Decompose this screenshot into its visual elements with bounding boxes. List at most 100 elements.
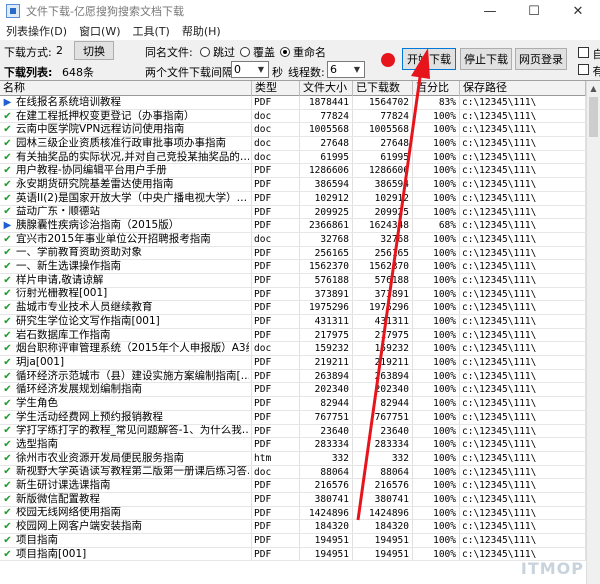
vertical-scrollbar[interactable]: ▲ (586, 81, 600, 584)
option-checkbox-2[interactable]: 有 (578, 63, 600, 79)
cell-path: c:\12345\111\ (460, 232, 586, 246)
table-row[interactable]: ✔ 循环经济发展规划编制指南 PDF 202340 202340 100% c:\12345… (0, 383, 586, 398)
checkbox-2-indicator[interactable] (578, 64, 589, 75)
menu-list-ops[interactable]: 列表操作(D) (0, 23, 73, 39)
menu-help[interactable]: 帮助(H) (176, 23, 227, 39)
maximize-icon[interactable]: ☐ (512, 0, 556, 22)
table-row[interactable]: ▶ 在线报名系统培训教程 PDF 1878441 1564702 83% c:\12345\… (0, 96, 586, 110)
table-row[interactable]: ✔ 一、学前教育资助资助对象 PDF 256165 256165 100% c:\12345… (0, 246, 586, 261)
cell-path: c:\12345\111\ (460, 287, 586, 301)
radio-overwrite[interactable]: 覆盖 (240, 44, 275, 60)
radio-rename-indicator[interactable] (280, 47, 290, 57)
cell-downloaded: 219211 (353, 356, 413, 369)
table-row[interactable]: ✔ 一、新生选课操作指南 PDF 1562370 1562370 100% c:\12345… (0, 260, 586, 274)
table-row[interactable]: ✔ 用户教程-协同编辑平台用户手册 PDF 1286606 1286606 100% c:\… (0, 164, 586, 179)
threads-select[interactable]: 6 ▼ (327, 61, 365, 78)
interval-select[interactable]: 0 ▼ (231, 61, 269, 78)
radio-overwrite-indicator[interactable] (240, 47, 250, 57)
table-row[interactable]: ✔ 新视野大学英语读写教程第二版第一册课后练习答… doc 88064 88064 100… (0, 465, 586, 480)
threads-select-value: 6 (330, 63, 337, 76)
file-name: 新生研讨课选课指南 (16, 479, 111, 492)
table-row[interactable]: ✔ 徐州市农业资源开发局便民服务指南 htm 332 332 100% c:\12345\1… (0, 451, 586, 466)
switch-button[interactable]: 切换 (74, 41, 114, 60)
cell-path: c:\12345\111\ (460, 137, 586, 150)
table-row[interactable]: ✔ 项目指南 PDF 194951 194951 100% c:\12345\111\ (0, 534, 586, 548)
table-row[interactable]: ✔ 学生活动经费网上预约报销教程 PDF 767751 767751 100% c:\123… (0, 410, 586, 425)
table-row[interactable]: ✔ 岩石数据库工作指南 PDF 217975 217975 100% c:\12345\11… (0, 328, 586, 343)
checkbox-1-indicator[interactable] (578, 47, 589, 58)
table-row[interactable]: ✔ 校园无线网络使用指南 PDF 1424896 1424896 100% c:\12345… (0, 506, 586, 521)
checkbox-1-label: 自 (592, 48, 600, 61)
cell-size: 202340 (300, 383, 353, 397)
menu-window[interactable]: 窗口(W) (73, 23, 126, 39)
checkmark-icon: ✔ (3, 261, 12, 273)
table-row[interactable]: ▶ 胰腺囊性疾病诊治指南（2015版） PDF 2366861 1624348 68% c:… (0, 219, 586, 233)
cell-size: 27648 (300, 137, 353, 150)
cell-size: 263894 (300, 369, 353, 383)
table-row[interactable]: ✔ 循环经济示范城市（县）建设实施方案编制指南[… PDF 263894 263894 1… (0, 369, 586, 384)
cell-downloaded: 1624348 (353, 219, 413, 232)
file-name: 一、新生选课操作指南 (16, 260, 121, 273)
cell-size: 209925 (300, 205, 353, 219)
table-row[interactable]: ✔ 研究生学位论文写作指南[001] PDF 431311 431311 100% c:\1… (0, 315, 586, 329)
cell-percent: 100% (413, 109, 460, 123)
option-checkbox-1[interactable]: 自 (578, 46, 600, 62)
file-name: 永安期货研究院基差雷达使用指南 (16, 178, 174, 190)
table-row[interactable]: ✔ 新版微信配置教程 PDF 380741 380741 100% c:\12345\111… (0, 492, 586, 507)
table-row[interactable]: ✔ 选型指南 PDF 283334 283334 100% c:\12345\111\ (0, 438, 586, 452)
cell-percent: 100% (413, 205, 460, 219)
table-row[interactable]: ✔ 玥ja[001] PDF 219211 219211 100% c:\12345\111… (0, 356, 586, 370)
close-icon[interactable]: ✕ (556, 0, 600, 22)
stop-download-button[interactable]: 停止下载 (460, 48, 512, 70)
table-row[interactable]: ✔ 益动广东・顺德站 PDF 209925 209925 100% c:\12345\111… (0, 205, 586, 220)
radio-rename[interactable]: 重命名 (280, 44, 326, 60)
table-row[interactable]: ✔ 有关抽奖品的实际状况,并对自己竞投某抽奖品的… doc 61995 61995 100… (0, 150, 586, 165)
scroll-up-icon[interactable]: ▲ (587, 81, 600, 95)
table-row[interactable]: ✔ 学打字练打字的教程_常见问题解答-1、为什么我… PDF 23640 23640 10… (0, 424, 586, 439)
column-header-percent[interactable]: 百分比 (413, 81, 460, 96)
menu-tools[interactable]: 工具(T) (127, 23, 176, 39)
column-header-downloaded[interactable]: 已下载数 (353, 81, 413, 96)
cell-downloaded: 380741 (353, 492, 413, 506)
table-row[interactable]: ✔ 园林三级企业资质核准行政审批事项办事指南 doc 27648 27648 100% c:… (0, 137, 586, 151)
table-row[interactable]: ✔ 校园网上网客户端安装指南 PDF 184320 184320 100% c:\12345… (0, 520, 586, 534)
table-row[interactable]: ✔ 学生角色 PDF 82944 82944 100% c:\12345\111\ (0, 397, 586, 411)
table-row[interactable]: ✔ 在建工程抵押权变更登记（办事指南） doc 77824 77824 100% c:\12… (0, 109, 586, 124)
cell-name: ✔ 样片申请,敬请谅解 (0, 273, 252, 287)
minimize-icon[interactable]: — (468, 0, 512, 22)
cell-path: c:\12345\111\ (460, 315, 586, 328)
cell-type: PDF (252, 191, 300, 205)
table-row[interactable]: ✔ 永安期货研究院基差雷达使用指南 PDF 386594 386594 100% c:\12… (0, 178, 586, 192)
file-name: 英语II(2)是国家开放大学（中央广播电视大学）… (16, 191, 248, 204)
table-row[interactable]: ✔ 衍射光栅教程[001] PDF 373891 373891 100% c:\12345\… (0, 287, 586, 302)
table-row[interactable]: ✔ 宜兴市2015年事业单位公开招聘报考指南 doc 32768 32768 100% c:… (0, 232, 586, 247)
chevron-down-icon: ▼ (257, 65, 265, 74)
radio-skip-indicator[interactable] (200, 47, 210, 57)
file-name: 新视野大学英语读写教程第二版第一册课后练习答… (16, 465, 249, 478)
file-name: 循环经济示范城市（县）建设实施方案编制指南[… (16, 369, 249, 382)
cell-size: 32768 (300, 232, 353, 246)
table-body: ▶ 在线报名系统培训教程 PDF 1878441 1564702 83% c:\12345\… (0, 96, 586, 562)
cell-downloaded: 1286606 (353, 164, 413, 178)
table-row[interactable]: ✔ 新生研讨课选课指南 PDF 216576 216576 100% c:\12345\11… (0, 479, 586, 493)
table-row[interactable]: ✔ 烟台职称评审管理系统（2015年个人申报版）A3纸… doc 159232 1592… (0, 342, 586, 357)
start-download-button[interactable]: 开始下载 (402, 48, 456, 70)
column-header-path[interactable]: 保存路径 (460, 81, 586, 96)
cell-name: ✔ 学打字练打字的教程_常见问题解答-1、为什么我… (0, 424, 252, 438)
column-header-size[interactable]: 文件大小 (300, 81, 353, 96)
checkmark-icon: ✔ (3, 493, 12, 505)
column-header-type[interactable]: 类型 (252, 81, 300, 96)
web-login-button[interactable]: 网页登录 (515, 48, 567, 70)
radio-skip[interactable]: 跳过 (200, 44, 235, 60)
cell-path: c:\12345\111\ (460, 479, 586, 492)
column-header-name[interactable]: 名称 (0, 81, 252, 96)
interval-select-value: 0 (234, 63, 241, 76)
cell-name: ✔ 园林三级企业资质核准行政审批事项办事指南 (0, 137, 252, 150)
table-row[interactable]: ✔ 英语II(2)是国家开放大学（中央广播电视大学）… PDF 102912 10291… (0, 191, 586, 206)
table-row[interactable]: ✔ 项目指南[001] PDF 194951 194951 100% c:\12345\11… (0, 547, 586, 562)
scrollbar-thumb[interactable] (589, 97, 598, 137)
toolbar: 下载方式: 2 切换 下载列表: 648条 同名文件: 跳过 覆盖 重命名 两个… (0, 40, 600, 80)
table-row[interactable]: ✔ 云南中医学院VPN远程访问使用指南 doc 1005568 1005568 100% c… (0, 123, 586, 138)
table-row[interactable]: ✔ 样片申请,敬请谅解 PDF 576188 576188 100% c:\12345\11… (0, 273, 586, 288)
table-row[interactable]: ✔ 盐城市专业技术人员继续教育 PDF 1975296 1975296 100% c:\12… (0, 301, 586, 315)
